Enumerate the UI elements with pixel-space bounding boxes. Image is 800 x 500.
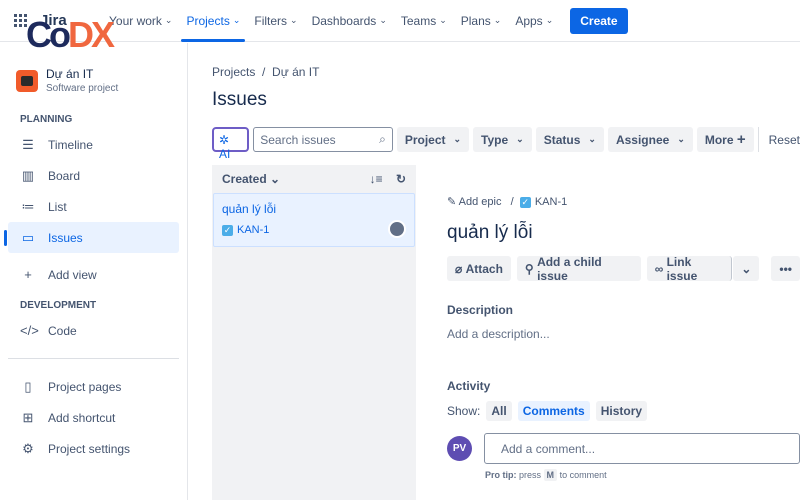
nav-apps[interactable]: Apps ⌄: [508, 0, 560, 42]
more-filter[interactable]: More +: [696, 127, 754, 152]
top-nav: Jira Your work ⌄ Projects ⌄ Filters ⌄ Dashb…: [0, 0, 800, 42]
task-checkbox-icon: ✓: [222, 224, 233, 236]
chevron-down-icon: ⌄: [588, 134, 596, 144]
chevron-down-icon: ⌄: [677, 134, 685, 144]
planning-heading: PLANNING: [20, 114, 73, 125]
project-type: Software project: [46, 83, 119, 94]
comment-row: PV Add a comment...: [447, 433, 800, 464]
assignee-filter[interactable]: Assignee ⌄: [607, 127, 693, 152]
link-issue-button[interactable]: ∞ Link issue: [646, 255, 733, 283]
sidebar-item-project-settings[interactable]: ⚙ Project settings: [8, 433, 179, 464]
chevron-down-icon: ⌄: [439, 15, 447, 25]
sort-order-icon[interactable]: ↓≡: [370, 172, 383, 186]
add-child-issue-button[interactable]: ⚲ Add a child issue: [516, 255, 641, 283]
more-icon: •••: [779, 261, 792, 276]
add-epic-link[interactable]: ✎ Add epic: [447, 196, 501, 208]
page-title: Issues: [212, 89, 267, 110]
code-icon: </>: [20, 323, 39, 338]
create-button[interactable]: Create: [570, 7, 628, 34]
plus-icon: +: [736, 131, 746, 148]
gear-icon: ⚙: [22, 440, 34, 456]
chevron-down-icon: ⌄: [453, 134, 462, 144]
sidebar-item-list[interactable]: ≔ List: [8, 191, 179, 222]
sidebar-item-add-shortcut[interactable]: ⊞ Add shortcut: [8, 402, 179, 433]
chevron-down-icon: ⌄: [379, 15, 387, 25]
ai-button[interactable]: ✲ AI: [212, 127, 250, 161]
chevron-down-icon: ⌄: [545, 15, 554, 25]
timeline-icon: ☰: [22, 136, 34, 152]
nav-plans[interactable]: Plans ⌄: [454, 0, 509, 42]
chevron-down-icon: ⌄: [493, 15, 502, 25]
board-icon: ▥: [21, 167, 35, 183]
add-shortcut-icon: ⊞: [22, 409, 34, 425]
chevron-down-icon: ⌄: [741, 261, 752, 276]
issue-title[interactable]: quản lý lỗi: [447, 222, 800, 244]
nav-filters[interactable]: Filters ⌄: [247, 0, 304, 42]
divider: [8, 358, 179, 359]
main-content: Projects / Dự án IT Issues ✲ AI Search i…: [212, 43, 800, 500]
activity-tabs: Show: All Comments History: [447, 401, 800, 421]
nav-dashboards[interactable]: Dashboards ⌄: [305, 0, 394, 42]
more-actions-button[interactable]: •••: [771, 256, 800, 281]
pencil-icon: ✎: [447, 196, 457, 208]
nav-projects[interactable]: Projects ⌄: [179, 0, 247, 42]
issue-actions: ⌀ Attach ⚲ Add a child issue ∞ Link issu…: [447, 255, 800, 283]
description-label: Description: [447, 303, 514, 317]
list-item[interactable]: quản lý lỗi ✓ KAN-1: [213, 193, 415, 247]
search-input[interactable]: Search issues ⌕: [253, 127, 393, 152]
attach-button[interactable]: ⌀ Attach: [447, 256, 511, 281]
issue-list: Created ⌄ ↓≡ ↻ quản lý lỗi ✓ KAN-1: [212, 165, 416, 500]
chevron-down-icon: ⌄: [516, 134, 524, 144]
tab-comments[interactable]: Comments: [517, 401, 590, 421]
activity-label: Activity: [447, 379, 491, 393]
filter-bar: ✲ AI Search issues ⌕ Project ⌄ Type ⌄ Statu…: [212, 127, 800, 161]
breadcrumb-projects[interactable]: Projects: [212, 65, 255, 79]
link-icon: ∞: [654, 261, 664, 276]
project-filter[interactable]: Project ⌄: [396, 127, 470, 152]
sidebar-item-add-view[interactable]: + Add view: [8, 259, 179, 290]
issue-breadcrumb: ✎ Add epic / ✓ KAN-1: [447, 196, 568, 208]
issues-icon: ▭: [21, 229, 35, 245]
refresh-icon[interactable]: ↻: [396, 172, 406, 186]
sidebar-item-timeline[interactable]: ☰ Timeline: [8, 129, 179, 160]
nav-your-work[interactable]: Your work ⌄: [102, 0, 179, 42]
list-icon: ≔: [21, 198, 35, 214]
plus-icon: +: [24, 267, 32, 282]
chevron-down-icon: ⌄: [290, 15, 298, 25]
tab-history[interactable]: History: [595, 401, 648, 421]
project-avatar: [16, 69, 38, 92]
sidebar: Dự án IT Software project PLANNING ☰ Timel…: [0, 43, 188, 500]
task-checkbox-icon: ✓: [519, 196, 531, 208]
search-icon: ⌕: [379, 132, 386, 146]
reset-button[interactable]: Reset: [757, 127, 800, 152]
sidebar-item-issues[interactable]: ▭ Issues: [4, 222, 179, 253]
pro-tip: Pro tip: press M to comment: [485, 469, 607, 481]
sidebar-item-project-pages[interactable]: ▯ Project pages: [8, 371, 179, 402]
breadcrumb-project[interactable]: Dự án IT: [272, 65, 319, 79]
comment-input[interactable]: Add a comment...: [484, 433, 800, 464]
chevron-down-icon: ⌄: [232, 15, 241, 25]
type-filter[interactable]: Type ⌄: [473, 127, 532, 152]
issue-detail: ✎ Add epic / ✓ KAN-1 quản lý lỗi ⌀ Attach…: [447, 195, 800, 481]
tab-all[interactable]: All: [486, 401, 512, 421]
project-name: Dự án IT: [46, 67, 94, 81]
sidebar-item-board[interactable]: ▥ Board: [8, 160, 179, 191]
avatar[interactable]: PV: [447, 436, 472, 461]
issue-key[interactable]: KAN-1: [535, 196, 567, 208]
development-heading: DEVELOPMENT: [20, 300, 97, 311]
project-header[interactable]: Dự án IT Software project: [0, 43, 187, 94]
list-header: Created ⌄ ↓≡ ↻: [212, 165, 416, 193]
sort-dropdown[interactable]: Created ⌄: [222, 172, 280, 186]
nav-teams[interactable]: Teams ⌄: [394, 0, 454, 42]
unassigned-avatar[interactable]: [388, 220, 406, 238]
sidebar-item-code[interactable]: </> Code: [8, 315, 179, 346]
page-icon: ▯: [24, 378, 32, 394]
hierarchy-icon: ⚲: [524, 261, 534, 276]
link-issue-dropdown[interactable]: ⌄: [733, 256, 760, 281]
description-field[interactable]: Add a description...: [447, 327, 800, 341]
breadcrumb: Projects / Dự án IT: [212, 65, 320, 79]
chevron-down-icon: ⌄: [164, 15, 173, 25]
paperclip-icon: ⌀: [455, 261, 463, 276]
status-filter[interactable]: Status ⌄: [535, 127, 604, 152]
